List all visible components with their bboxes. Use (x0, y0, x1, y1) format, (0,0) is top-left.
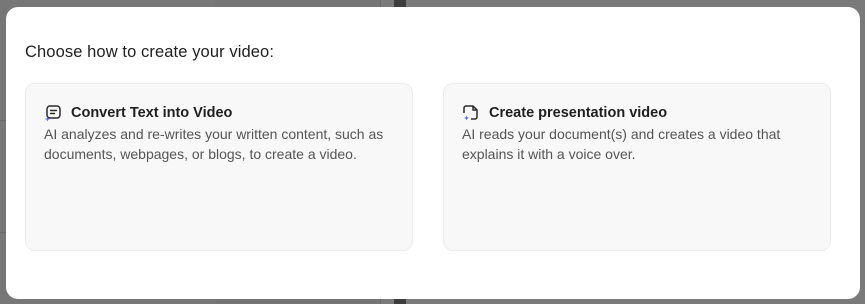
text-to-video-icon (44, 104, 62, 122)
option-header: Create presentation video (462, 104, 667, 122)
option-title: Convert Text into Video (71, 105, 233, 121)
option-title: Create presentation video (489, 105, 668, 121)
convert-text-into-video-option[interactable]: Convert Text into Video AI analyzes and … (25, 83, 413, 251)
option-description: AI analyzes and re-writes your written c… (44, 126, 384, 162)
presentation-video-icon (462, 104, 480, 122)
modal-title: Choose how to create your video: (25, 43, 275, 61)
create-video-modal: Choose how to create your video: Convert… (6, 7, 860, 299)
option-header: Convert Text into Video (44, 104, 232, 122)
create-presentation-video-option[interactable]: Create presentation video AI reads your … (443, 83, 831, 251)
option-description: AI reads your document(s) and creates a … (462, 126, 781, 162)
